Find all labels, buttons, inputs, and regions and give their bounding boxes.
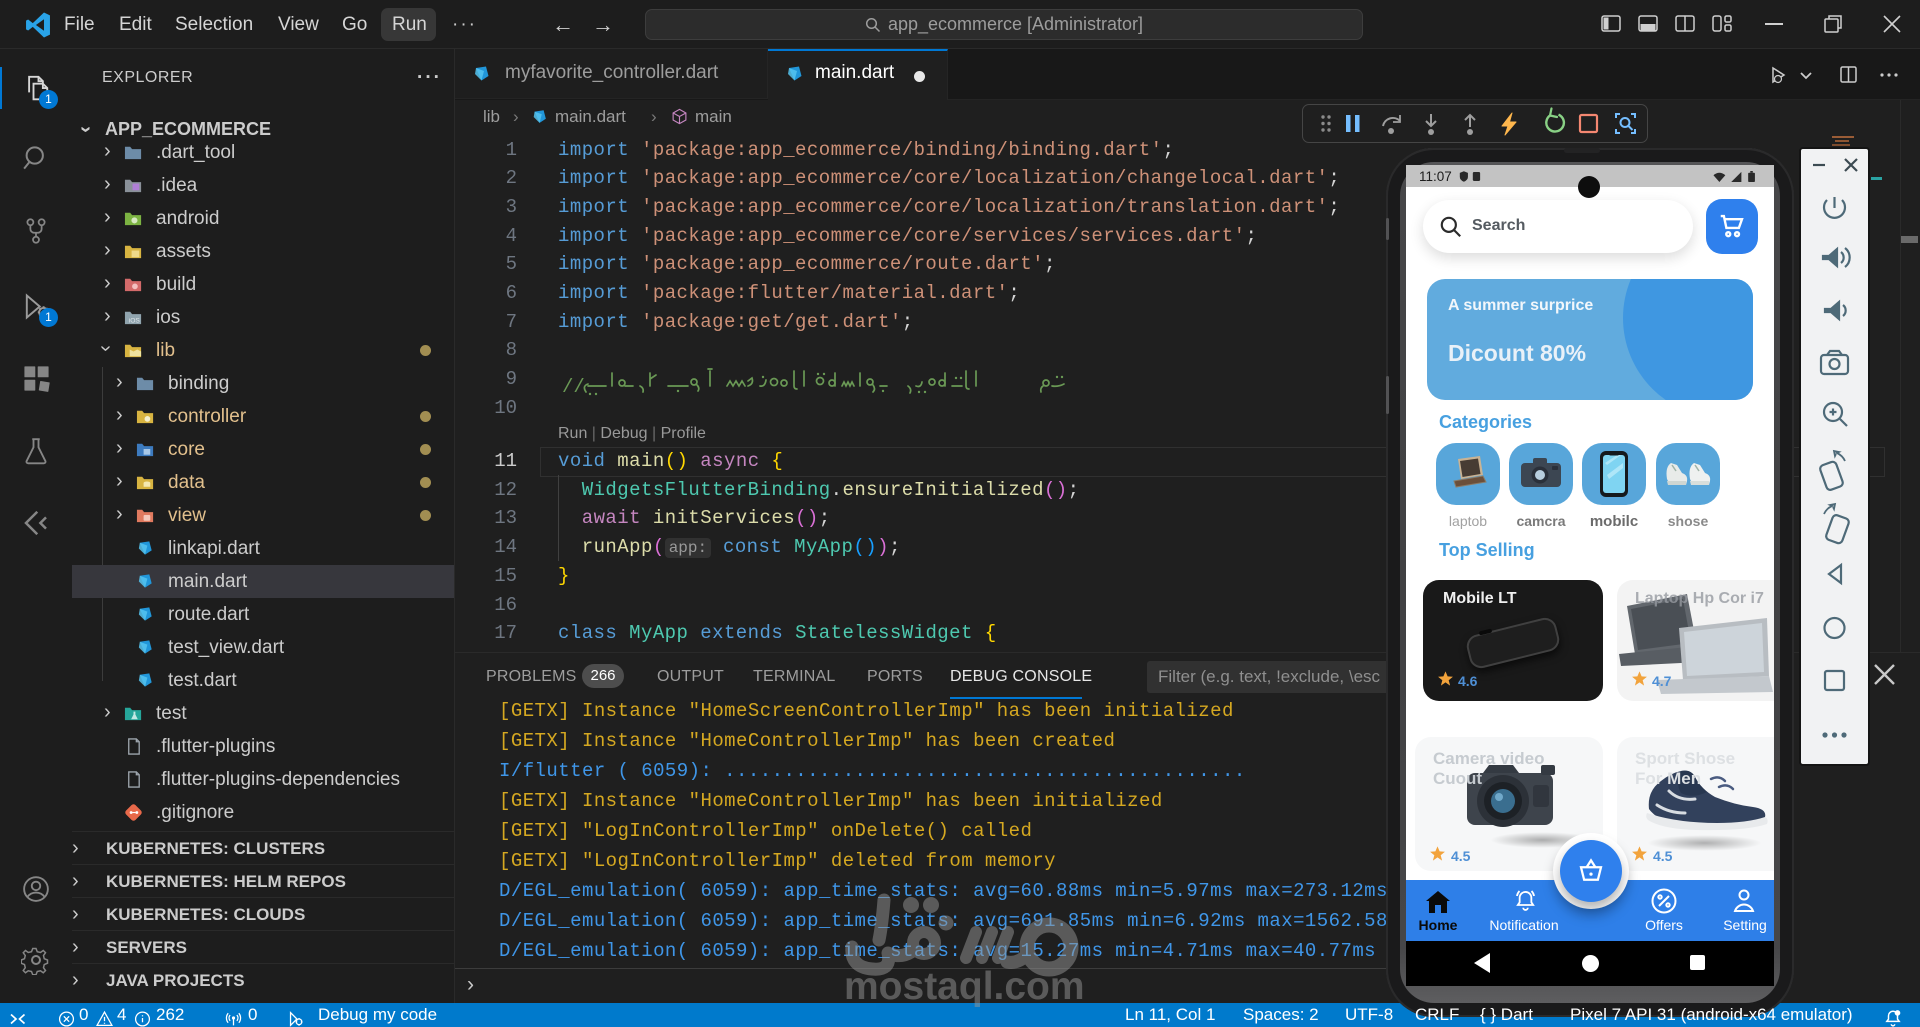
svg-text://: // (562, 376, 585, 398)
svg-text:mostaql.com: mostaql.com (844, 965, 1085, 1008)
svg-text:iOS: iOS (129, 317, 141, 324)
